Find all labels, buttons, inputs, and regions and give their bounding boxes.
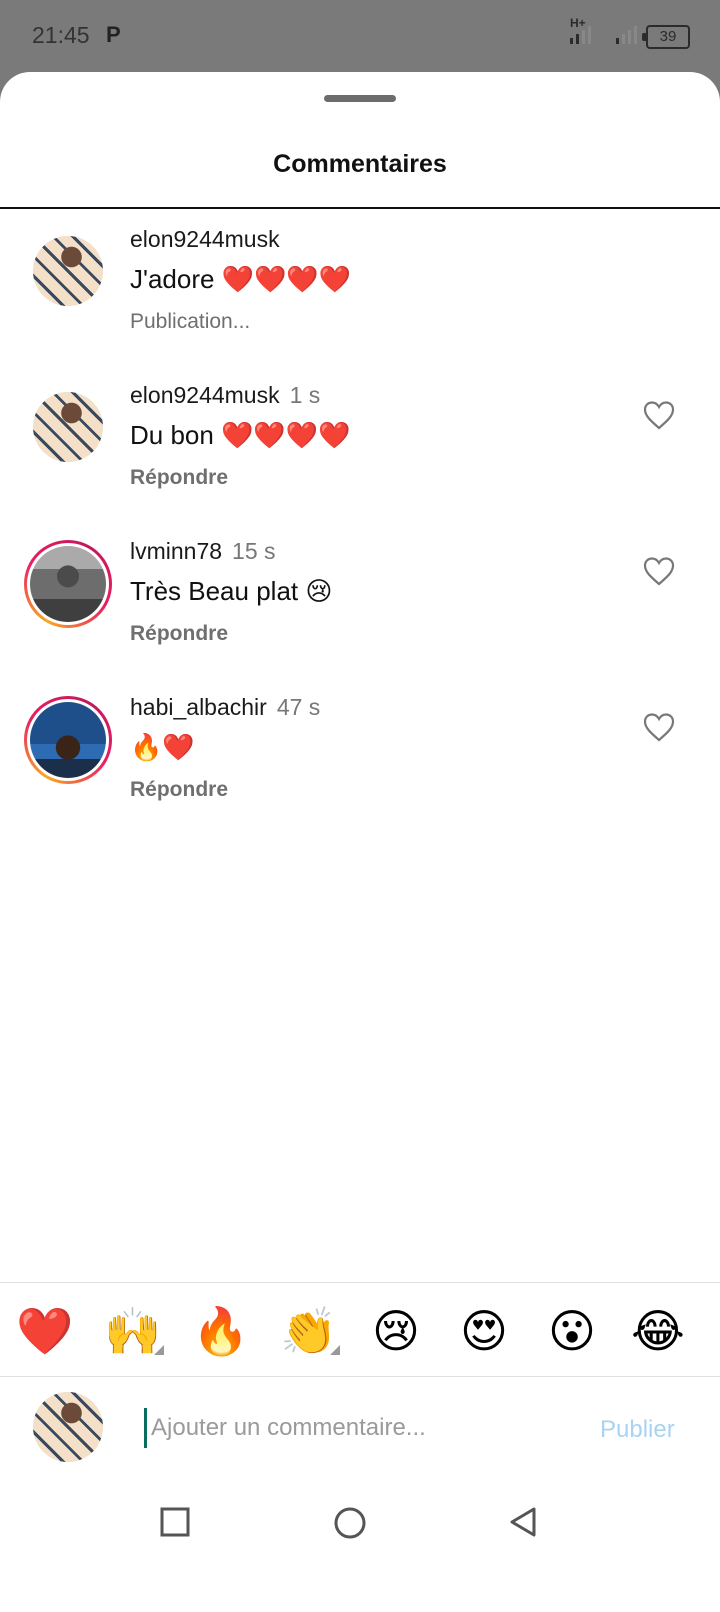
p-icon: P [106, 22, 121, 47]
avatar-image [33, 392, 103, 462]
username-text: lvminn78 [130, 538, 223, 564]
avatar-image [30, 702, 106, 778]
comment-time: 1 s [289, 382, 321, 408]
avatar [30, 702, 106, 778]
system-nav-bar [0, 1485, 720, 1560]
drag-handle[interactable] [324, 95, 396, 102]
reaction-crying[interactable]: 😢 [368, 1303, 424, 1359]
avatar[interactable] [33, 236, 103, 306]
skin-tone-indicator [330, 1345, 340, 1355]
reaction-fire[interactable]: 🔥 [192, 1303, 249, 1359]
cellular-signal-icon [570, 26, 591, 44]
square-icon[interactable] [158, 1505, 192, 1539]
comment-item: elon9244musk J'adore ❤️❤️❤️❤️ Publicatio… [0, 222, 720, 372]
avatar [33, 1392, 103, 1462]
circle-icon[interactable] [332, 1505, 368, 1541]
avatar-story-ring[interactable] [24, 696, 112, 784]
comment-item: elon9244musk 1 s Du bon ❤️❤️❤️❤️ Répondre [0, 378, 720, 528]
divider [0, 207, 720, 209]
reaction-laughing[interactable]: 😂 [630, 1303, 686, 1359]
publish-button[interactable]: Publier [600, 1416, 675, 1444]
comment-text: 🔥❤️ [130, 732, 195, 762]
reply-button[interactable]: Répondre [130, 778, 228, 802]
comment-time: 15 s [232, 538, 276, 564]
quick-reactions-bar: ❤️ 🙌 🔥 👏 😢 😍 😮 😂 [0, 1290, 720, 1376]
divider [0, 1376, 720, 1377]
heart-icon[interactable] [643, 556, 675, 586]
triangle-back-icon[interactable] [506, 1505, 540, 1539]
avatar[interactable] [33, 392, 103, 462]
username-text: habi_albachir [130, 694, 267, 720]
reaction-heart-eyes[interactable]: 😍 [456, 1303, 512, 1359]
status-bar: 21:45 P H+ 39 [0, 0, 720, 72]
divider [0, 1282, 720, 1283]
avatar-image [33, 1392, 103, 1462]
reaction-heart[interactable]: ❤️ [16, 1303, 73, 1359]
avatar [30, 546, 106, 622]
heart-icon[interactable] [643, 712, 675, 742]
comment-item: lvminn78 15 s Très Beau plat 😢 Répondre [0, 534, 720, 684]
reaction-glyph: 🙌 [104, 1305, 162, 1357]
comment-username[interactable]: elon9244musk [130, 226, 280, 253]
reply-button[interactable]: Répondre [130, 466, 228, 490]
battery-icon: 39 [642, 25, 690, 49]
comment-input[interactable] [144, 1408, 571, 1448]
skin-tone-indicator [154, 1345, 164, 1355]
reaction-raising-hands[interactable]: 🙌 [104, 1303, 164, 1359]
reaction-surprised[interactable]: 😮 [544, 1303, 600, 1359]
comment-username[interactable]: lvminn78 15 s [130, 538, 276, 565]
avatar-image [33, 236, 103, 306]
comment-text: Du bon ❤️❤️❤️❤️ [130, 420, 351, 450]
comment-status: Publication... [130, 310, 251, 333]
reaction-glyph: 👏 [280, 1305, 338, 1357]
comment-item: habi_albachir 47 s 🔥❤️ Répondre [0, 690, 720, 840]
avatar-image [30, 546, 106, 622]
username-text: elon9244musk [130, 382, 280, 408]
sheet-title: Commentaires [273, 150, 447, 178]
reply-button[interactable]: Répondre [130, 622, 228, 646]
comment-text: J'adore ❤️❤️❤️❤️ [130, 264, 352, 294]
heart-icon[interactable] [643, 400, 675, 430]
status-time: 21:45 [32, 22, 90, 48]
comment-time: 47 s [276, 694, 321, 720]
reaction-clapping[interactable]: 👏 [280, 1303, 340, 1359]
cellular-signal-icon-2 [616, 26, 637, 44]
comment-composer: Publier [0, 1378, 720, 1478]
comment-username[interactable]: elon9244musk 1 s [130, 382, 320, 409]
comment-text: Très Beau plat 😢 [130, 576, 333, 606]
comment-username[interactable]: habi_albachir 47 s [130, 694, 320, 721]
avatar-story-ring[interactable] [24, 540, 112, 628]
